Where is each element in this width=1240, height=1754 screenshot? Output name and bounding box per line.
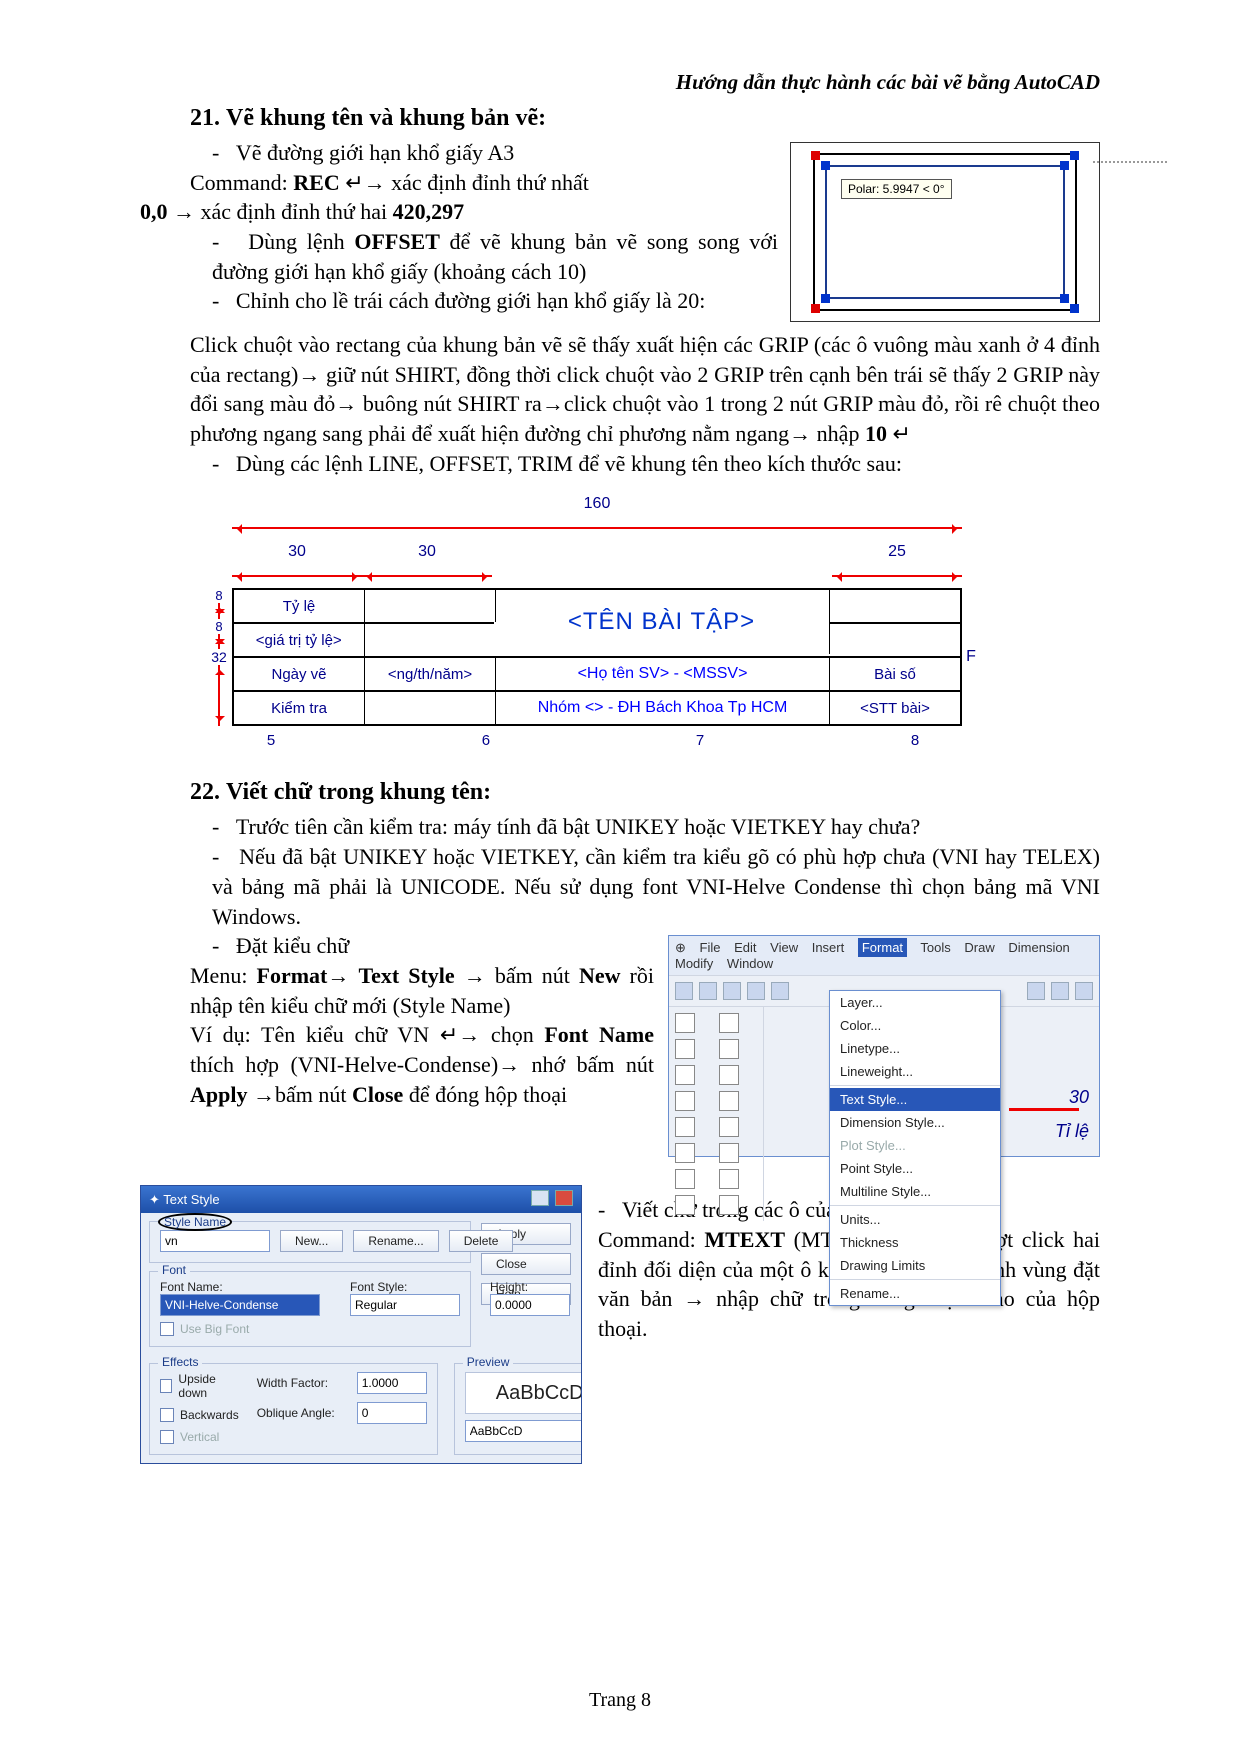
widthfactor-input[interactable]	[357, 1372, 427, 1394]
s21-para: Click chuột vào rectang của khung bản vẽ…	[140, 330, 1100, 449]
new-button[interactable]: New...	[280, 1230, 343, 1252]
palette-icon[interactable]	[719, 1195, 739, 1215]
menu-item-thickness[interactable]: Thickness	[830, 1231, 1000, 1254]
heading-21: 21.Vẽ khung tên và khung bản vẽ:	[190, 105, 1100, 132]
titleblock-title: <TÊN BÀI TẬP>	[494, 590, 830, 654]
stylename-select[interactable]	[160, 1230, 270, 1252]
polar-tooltip: Polar: 5.9947 < 0°	[841, 179, 952, 199]
vertical-check: Vertical	[180, 1430, 219, 1444]
group-style-name: Style Name	[158, 1213, 232, 1231]
menu-item-rename[interactable]: Rename...	[830, 1282, 1000, 1305]
group-effects: Effects	[158, 1355, 202, 1369]
menu-item-units[interactable]: Units...	[830, 1208, 1000, 1231]
text-style-dialog: ✦ Text Style Apply Close Help Style Name…	[140, 1185, 582, 1464]
fontstyle-select[interactable]	[350, 1294, 460, 1316]
s21-li4: - Dùng các lệnh LINE, OFFSET, TRIM để vẽ…	[140, 449, 1100, 479]
palette-icon[interactable]	[675, 1065, 695, 1085]
help-icon[interactable]	[531, 1190, 549, 1206]
palette-icon[interactable]	[719, 1143, 739, 1163]
delete-button[interactable]: Delete	[449, 1230, 514, 1252]
format-dropdown: Layer... Color... Linetype... Lineweight…	[829, 990, 1001, 1306]
tool-icon[interactable]	[1075, 982, 1093, 1000]
close-button[interactable]: Close	[481, 1253, 571, 1275]
menu-item-lineweight[interactable]: Lineweight...	[830, 1060, 1000, 1083]
fontname-select[interactable]	[160, 1294, 320, 1316]
menu-item-limits[interactable]: Drawing Limits	[830, 1254, 1000, 1277]
tool-icon[interactable]	[699, 982, 717, 1000]
palette-icon[interactable]	[719, 1169, 739, 1189]
tool-icon[interactable]	[723, 982, 741, 1000]
menu-item-textstyle[interactable]: Text Style...	[830, 1088, 1000, 1111]
palette-icon[interactable]	[675, 1117, 695, 1137]
palette-icon[interactable]	[719, 1091, 739, 1111]
preview-box: AaBbCcD	[465, 1372, 581, 1414]
palette-icon[interactable]	[719, 1039, 739, 1059]
menu-item-mlinestyle[interactable]: Multiline Style...	[830, 1180, 1000, 1203]
heading-22: 22.Viết chữ trong khung tên:	[190, 779, 1100, 806]
heading-22-title: Viết chữ trong khung tên:	[226, 779, 491, 805]
palette-icon[interactable]	[719, 1117, 739, 1137]
figure-format-menu: ⊕ File Edit View Insert Format Tools Dra…	[668, 935, 1100, 1157]
menu-item-color[interactable]: Color...	[830, 1014, 1000, 1037]
tool-icon[interactable]	[1051, 982, 1069, 1000]
backwards-check[interactable]: Backwards	[180, 1408, 239, 1422]
doc-header: Hướng dẫn thực hành các bài vẽ bằng Auto…	[140, 70, 1100, 95]
use-big-font-check: Use Big Font	[180, 1322, 249, 1336]
menu-item-dimstyle[interactable]: Dimension Style...	[830, 1111, 1000, 1134]
tool-icon[interactable]	[675, 982, 693, 1000]
palette-icon[interactable]	[675, 1195, 695, 1215]
group-preview: Preview	[463, 1355, 514, 1369]
upside-check[interactable]: Upside down	[178, 1372, 238, 1400]
s22-li1: - Trước tiên cần kiểm tra: máy tính đã b…	[140, 812, 1100, 842]
menu-item-layer[interactable]: Layer...	[830, 991, 1000, 1014]
close-icon[interactable]	[555, 1190, 573, 1206]
tool-icon[interactable]	[771, 982, 789, 1000]
palette-icon[interactable]	[719, 1065, 739, 1085]
page-footer: Trang 8	[0, 1689, 1240, 1712]
group-font: Font	[158, 1263, 190, 1277]
dialog-title: Text Style	[163, 1192, 219, 1207]
figure-titleblock: 160 30 30 25 8 8	[206, 492, 980, 749]
palette-icon[interactable]	[719, 1013, 739, 1033]
oblique-input[interactable]	[357, 1402, 427, 1424]
figure-rec-a3: Polar: 5.9947 < 0°	[790, 142, 1100, 322]
palette-icon[interactable]	[675, 1169, 695, 1189]
heading-21-num: 21.	[190, 105, 226, 132]
heading-22-num: 22.	[190, 779, 226, 806]
draw-palette	[669, 1007, 764, 1221]
palette-icon[interactable]	[675, 1091, 695, 1111]
tool-icon[interactable]	[747, 982, 765, 1000]
palette-icon[interactable]	[675, 1143, 695, 1163]
heading-21-title: Vẽ khung tên và khung bản vẽ:	[226, 105, 546, 131]
rename-button[interactable]: Rename...	[353, 1230, 438, 1252]
palette-icon[interactable]	[675, 1039, 695, 1059]
s22-li2: - Nếu đã bật UNIKEY hoặc VIETKEY, cần ki…	[140, 842, 1100, 931]
canvas-sample: 30 Tỉ lệ	[1009, 1087, 1089, 1142]
height-input[interactable]	[490, 1294, 570, 1316]
palette-icon[interactable]	[675, 1013, 695, 1033]
preview-input[interactable]	[465, 1420, 581, 1442]
menu-item-plotstyle: Plot Style...	[830, 1134, 1000, 1157]
ruler: 5 6 7 8	[266, 732, 920, 749]
menu-item-pointstyle[interactable]: Point Style...	[830, 1157, 1000, 1180]
tool-icon[interactable]	[1027, 982, 1045, 1000]
menubar[interactable]: ⊕ File Edit View Insert Format Tools Dra…	[669, 936, 1099, 976]
menu-item-linetype[interactable]: Linetype...	[830, 1037, 1000, 1060]
